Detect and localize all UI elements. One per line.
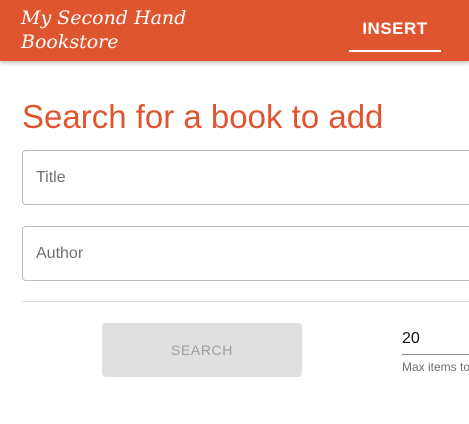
search-button[interactable]: SEARCH — [102, 323, 302, 377]
page-title: Search for a book to add — [22, 98, 384, 135]
brand-line-1: My Second Hand — [21, 7, 187, 29]
author-field[interactable] — [22, 226, 469, 281]
max-items-field[interactable]: Max items to — [402, 324, 469, 376]
title-input[interactable] — [36, 151, 469, 204]
brand-line-2: Bookstore — [21, 31, 119, 53]
max-items-helper: Max items to — [402, 360, 469, 374]
author-input[interactable] — [36, 227, 469, 280]
divider — [22, 301, 469, 302]
app-bar: My Second Hand Bookstore INSERT — [0, 0, 469, 61]
brand-logo[interactable]: My Second Hand Bookstore — [21, 6, 211, 54]
max-items-input[interactable] — [402, 324, 469, 355]
title-field[interactable] — [22, 150, 469, 205]
nav-insert-tab[interactable]: INSERT — [349, 8, 441, 52]
